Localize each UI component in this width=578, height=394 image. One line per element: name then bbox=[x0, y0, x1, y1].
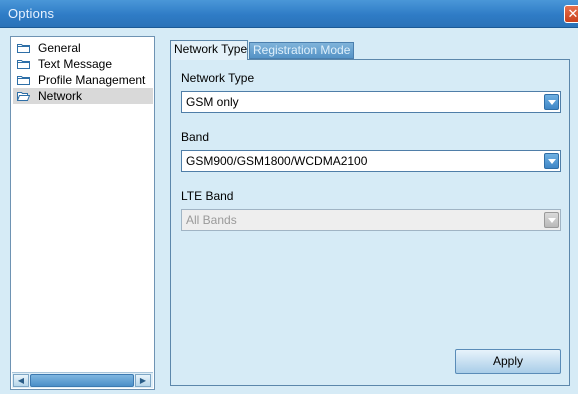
tree-item-label: General bbox=[38, 41, 81, 55]
tree-item-text-message[interactable]: Text Message bbox=[13, 56, 153, 72]
arrow-left-icon: ◀ bbox=[17, 376, 25, 385]
chevron-down-icon bbox=[544, 212, 559, 228]
tree-item-general[interactable]: General bbox=[13, 40, 153, 56]
folder-icon bbox=[17, 60, 30, 69]
close-icon: ✕ bbox=[567, 6, 578, 21]
tree-item-profile-management[interactable]: Profile Management bbox=[13, 72, 153, 88]
folder-icon bbox=[17, 76, 30, 85]
options-tree: General Text Message Profile Management … bbox=[10, 36, 155, 390]
tree-item-label: Profile Management bbox=[38, 73, 146, 87]
title-bar: Options ✕ bbox=[0, 0, 578, 28]
chevron-down-icon[interactable] bbox=[544, 94, 559, 110]
network-type-select[interactable]: GSM only bbox=[181, 91, 561, 113]
scroll-right-button[interactable]: ▶ bbox=[135, 374, 151, 387]
tree-item-label: Text Message bbox=[38, 57, 113, 71]
tree-item-network[interactable]: Network bbox=[13, 88, 153, 104]
band-value: GSM900/GSM1800/WCDMA2100 bbox=[186, 154, 368, 168]
arrow-right-icon: ▶ bbox=[139, 376, 147, 385]
lte-band-value: All Bands bbox=[186, 213, 237, 227]
apply-button[interactable]: Apply bbox=[455, 349, 561, 374]
chevron-down-icon[interactable] bbox=[544, 153, 559, 169]
band-label: Band bbox=[181, 130, 210, 144]
horizontal-scrollbar[interactable]: ◀ ▶ bbox=[12, 372, 153, 388]
scroll-thumb[interactable] bbox=[30, 374, 134, 387]
folder-open-icon bbox=[17, 92, 30, 101]
lte-band-label: LTE Band bbox=[181, 189, 234, 203]
scroll-left-button[interactable]: ◀ bbox=[13, 374, 29, 387]
close-button[interactable]: ✕ bbox=[564, 5, 578, 23]
window-title: Options bbox=[8, 6, 55, 21]
band-select[interactable]: GSM900/GSM1800/WCDMA2100 bbox=[181, 150, 561, 172]
network-type-value: GSM only bbox=[186, 95, 239, 109]
tab-registration-mode[interactable]: Registration Mode bbox=[249, 42, 354, 59]
tab-network-type[interactable]: Network Type bbox=[170, 40, 248, 60]
folder-icon bbox=[17, 44, 30, 53]
lte-band-select: All Bands bbox=[181, 209, 561, 231]
tree-item-label: Network bbox=[38, 89, 83, 103]
network-type-label: Network Type bbox=[181, 71, 255, 85]
